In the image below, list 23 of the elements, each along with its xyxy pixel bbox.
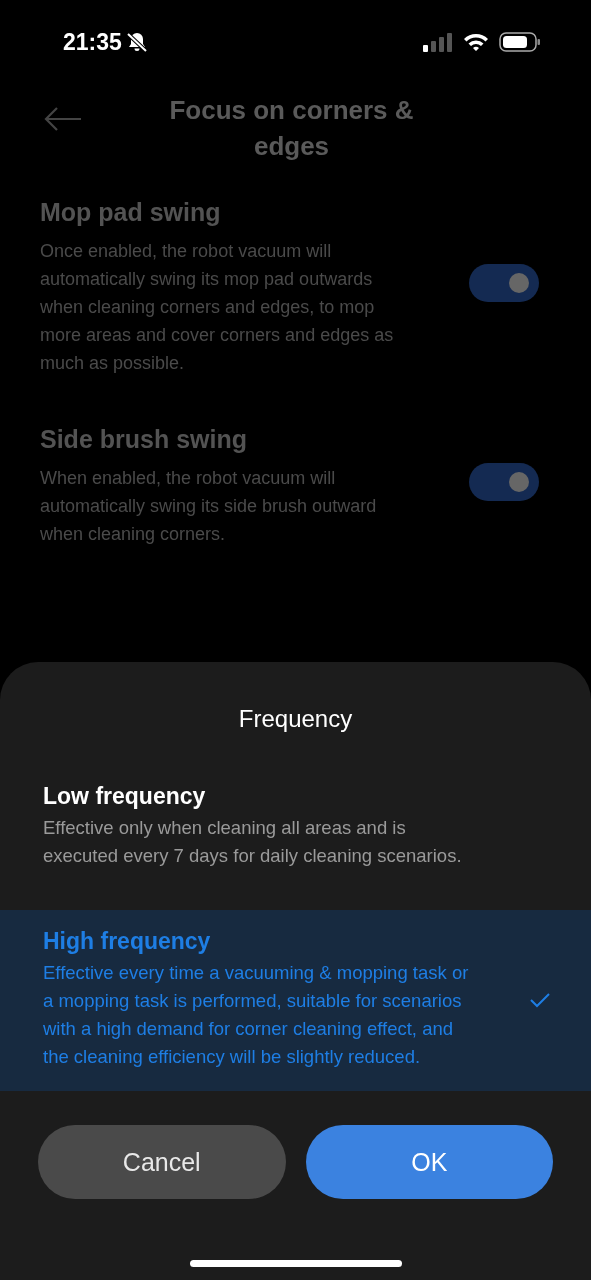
setting-title: Side brush swing bbox=[40, 425, 248, 454]
signal-icon bbox=[423, 32, 453, 52]
setting-description: When enabled, the robot vacuum will automatically swing its side brush outward when cleaning corners. bbox=[40, 467, 378, 546]
frequency-option[interactable]: Low frequency Effective only when cleaning all areas and is executed every 7 days for daily cleaning scenarios. bbox=[0, 765, 591, 890]
option-label: Low frequency bbox=[43, 783, 207, 810]
setting-title: Mop pad swing bbox=[40, 198, 222, 227]
status-time: 21:35 bbox=[63, 28, 122, 56]
battery-icon bbox=[499, 32, 541, 52]
option-description: Effective every time a vacuuming & mopping task or a mopping task is performed, suitable for scenarios with a high demand for corner cleaning effect, and the cleaning efficiency will be slightly reduced. bbox=[43, 961, 470, 1069]
check-icon bbox=[529, 991, 551, 1008]
cancel-button[interactable]: Cancel bbox=[38, 1125, 286, 1199]
ok-button[interactable]: OK bbox=[305, 1125, 553, 1199]
toggle-switch[interactable] bbox=[469, 263, 539, 302]
back-arrow-icon[interactable] bbox=[44, 106, 82, 132]
bell-slash-icon bbox=[125, 31, 148, 53]
setting-description: Once enabled, the robot vacuum will automatically swing its mop pad outwards when cleaning corners and edges, to mop more areas and cover corners and edges as much as possible. bbox=[40, 240, 395, 375]
toggle-switch[interactable] bbox=[469, 462, 539, 501]
frequency-option[interactable] bbox=[0, 910, 591, 1091]
wifi-icon bbox=[463, 32, 489, 52]
page-title: Focus on corners & edges bbox=[168, 94, 415, 163]
option-label: High frequency bbox=[43, 928, 212, 955]
sheet-title: Frequency bbox=[237, 704, 354, 733]
option-description: Effective only when cleaning all areas and is executed every 7 days for daily cleaning scenarios. bbox=[43, 816, 463, 868]
